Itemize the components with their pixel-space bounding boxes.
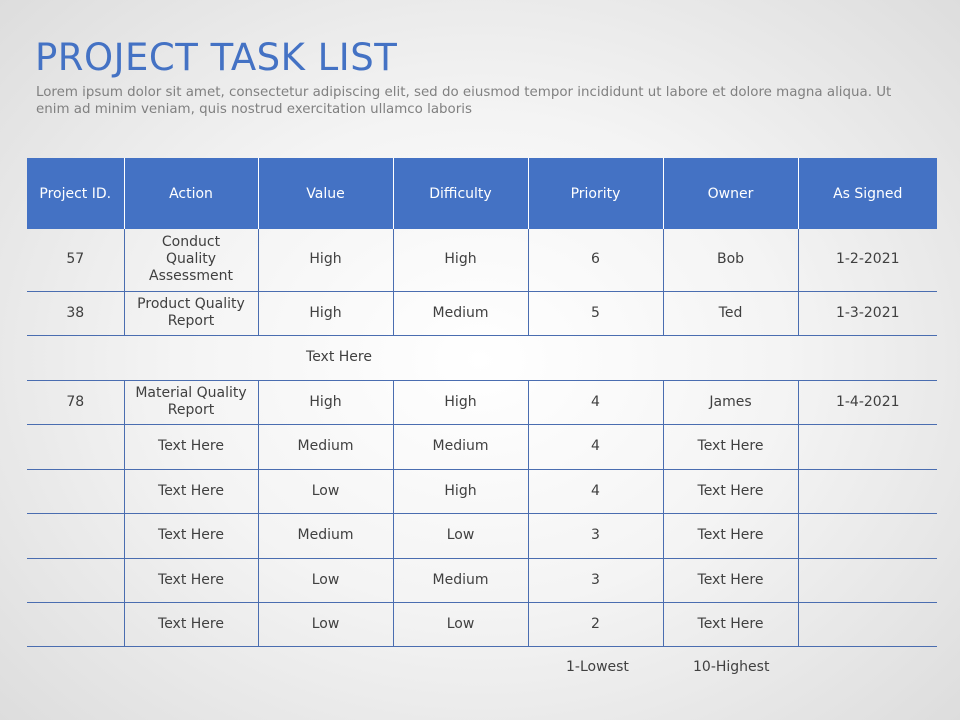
- cell-as-signed: 1-2-2021: [797, 229, 937, 292]
- cell-value: Medium: [257, 513, 393, 559]
- cell-action-text: Conduct Quality Assessment: [149, 234, 233, 285]
- column-header-value: Value: [257, 158, 393, 229]
- cell-action: Conduct Quality Assessment: [123, 229, 258, 292]
- cell-action: Product Quality Report: [123, 291, 258, 336]
- cell-value: Low: [257, 602, 393, 647]
- column-header-priority: Priority: [527, 158, 663, 229]
- cell-action: Material Quality Report: [123, 380, 258, 425]
- cell-as-signed: [797, 558, 937, 603]
- cell-action: Text Here: [123, 558, 258, 603]
- cell-as-signed: [797, 424, 937, 470]
- cell-priority: 4: [527, 380, 663, 425]
- cell-action: Text Here: [123, 602, 258, 647]
- cell-action-text: Material Quality Report: [135, 385, 247, 418]
- cell-priority: 2: [527, 602, 663, 647]
- cell-value: High: [257, 380, 393, 425]
- page-subtitle: Lorem ipsum dolor sit amet, consectetur …: [36, 85, 892, 117]
- table-row: 78 Material Quality Report High High 4 J…: [27, 380, 937, 425]
- cell-as-signed: 1-3-2021: [797, 291, 937, 336]
- priority-legend-lowest: 1-Lowest: [566, 659, 629, 675]
- column-header-owner: Owner: [662, 158, 798, 229]
- table-row: 38 Product Quality Report High Medium 5 …: [27, 291, 937, 336]
- cell-value: High: [257, 229, 393, 292]
- column-header-as-signed: As Signed: [797, 158, 937, 229]
- table-header-row: Project ID. Action Value Difficulty Prio…: [27, 158, 937, 229]
- cell-difficulty: Medium: [392, 424, 528, 470]
- cell-difficulty: High: [392, 380, 528, 425]
- cell-project-id: 38: [27, 291, 124, 336]
- priority-legend-highest: 10-Highest: [693, 659, 770, 675]
- column-header-difficulty: Difficulty: [392, 158, 528, 229]
- cell-project-id: [27, 513, 124, 559]
- cell-project-id: 57: [27, 229, 124, 292]
- table-note-row: Text Here: [27, 335, 937, 381]
- cell-action: Text Here: [123, 424, 258, 470]
- note-cell: Text Here: [27, 335, 937, 381]
- cell-owner: Text Here: [662, 602, 798, 647]
- cell-value: Low: [257, 469, 393, 514]
- table-row: 57 Conduct Quality Assessment High High …: [27, 229, 937, 292]
- table-row: Text Here Low High 4 Text Here: [27, 469, 937, 514]
- cell-difficulty: Low: [392, 602, 528, 647]
- cell-owner: Ted: [662, 291, 798, 336]
- cell-priority: 3: [527, 558, 663, 603]
- cell-as-signed: [797, 513, 937, 559]
- page-title: PROJECT TASK LIST: [35, 36, 398, 79]
- cell-difficulty: High: [392, 229, 528, 292]
- cell-as-signed: [797, 469, 937, 514]
- cell-owner: Text Here: [662, 558, 798, 603]
- table-row: Text Here Medium Low 3 Text Here: [27, 513, 937, 559]
- cell-owner: James: [662, 380, 798, 425]
- cell-action: Text Here: [123, 513, 258, 559]
- cell-project-id: [27, 424, 124, 470]
- cell-project-id: 78: [27, 380, 124, 425]
- cell-as-signed: [797, 602, 937, 647]
- cell-priority: 4: [527, 424, 663, 470]
- cell-owner: Text Here: [662, 424, 798, 470]
- cell-project-id: [27, 558, 124, 603]
- cell-owner: Text Here: [662, 513, 798, 559]
- cell-project-id: [27, 469, 124, 514]
- cell-owner: Text Here: [662, 469, 798, 514]
- cell-priority: 3: [527, 513, 663, 559]
- cell-project-id: [27, 602, 124, 647]
- cell-value: High: [257, 291, 393, 336]
- cell-difficulty: Low: [392, 513, 528, 559]
- table-row: Text Here Low Medium 3 Text Here: [27, 558, 937, 603]
- note-text: Text Here: [306, 349, 372, 365]
- cell-priority: 6: [527, 229, 663, 292]
- cell-value: Medium: [257, 424, 393, 470]
- cell-priority: 5: [527, 291, 663, 336]
- cell-as-signed: 1-4-2021: [797, 380, 937, 425]
- table-row: Text Here Low Low 2 Text Here: [27, 602, 937, 647]
- cell-action: Text Here: [123, 469, 258, 514]
- cell-value: Low: [257, 558, 393, 603]
- cell-difficulty: High: [392, 469, 528, 514]
- cell-difficulty: Medium: [392, 558, 528, 603]
- cell-priority: 4: [527, 469, 663, 514]
- cell-difficulty: Medium: [392, 291, 528, 336]
- cell-action-text: Product Quality Report: [137, 296, 245, 329]
- column-header-action: Action: [123, 158, 258, 229]
- task-table: Project ID. Action Value Difficulty Prio…: [27, 158, 937, 647]
- cell-owner: Bob: [662, 229, 798, 292]
- table-row: Text Here Medium Medium 4 Text Here: [27, 424, 937, 470]
- column-header-project-id: Project ID.: [27, 158, 124, 229]
